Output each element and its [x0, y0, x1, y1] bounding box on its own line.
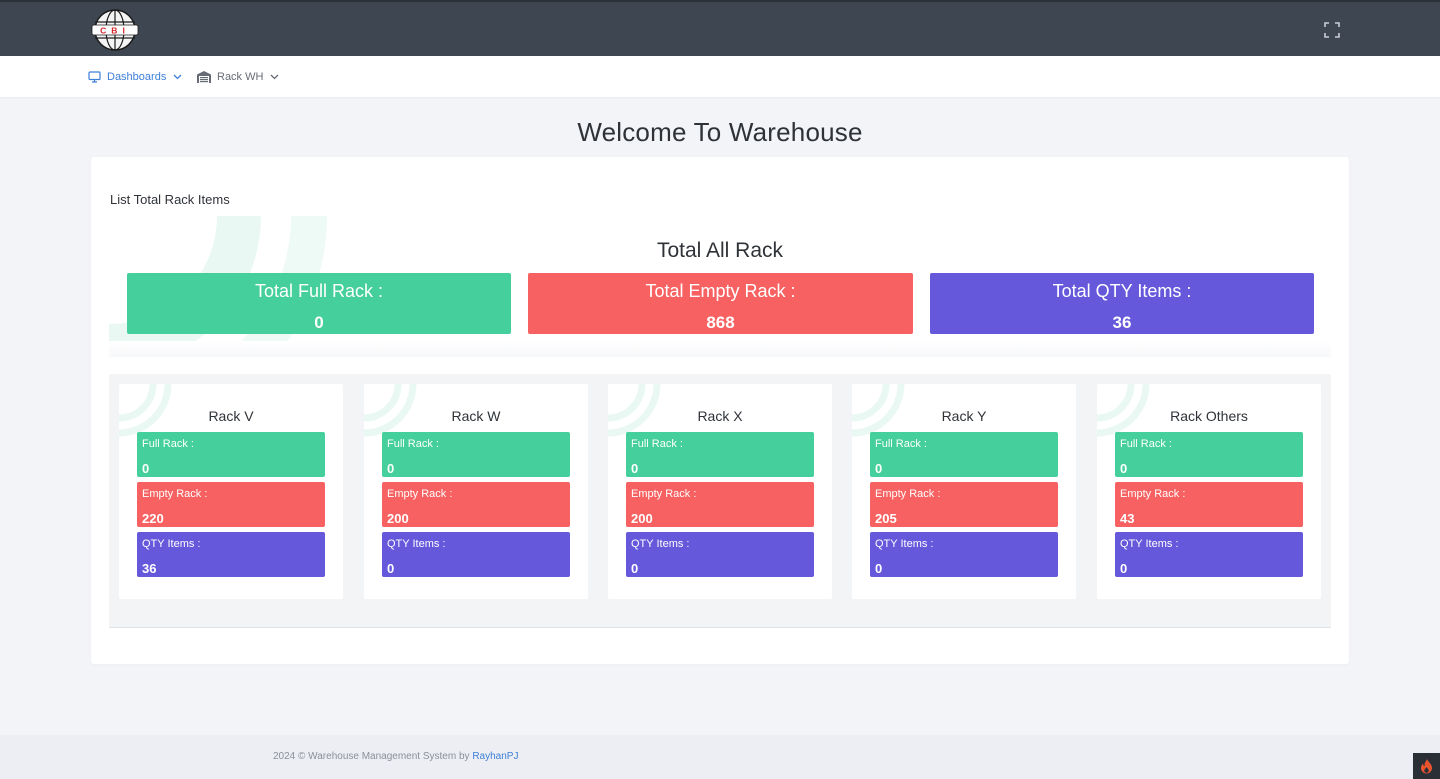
rack-card-others: Rack Others Full Rack : 0 Empty Rack : 4…	[1097, 384, 1321, 599]
rack-qty-value: 0	[631, 561, 639, 576]
rack-title: Rack W	[451, 408, 501, 424]
rack-empty-value: 200	[631, 511, 653, 526]
rack-full-value: 0	[631, 461, 639, 476]
rack-full-label: Full Rack :	[1120, 438, 1172, 450]
total-summary: Total All Rack Total Full Rack : 0 Total…	[109, 216, 1331, 357]
chevron-down-icon	[270, 74, 279, 80]
total-empty-rack-label: Total Empty Rack :	[645, 281, 796, 301]
fire-icon[interactable]	[1413, 753, 1440, 779]
rack-qty-box: QTY Items : 0	[870, 532, 1058, 577]
nav-item-rack-wh[interactable]: Rack WH	[197, 69, 279, 85]
total-full-rack-value: 0	[314, 313, 324, 332]
rack-card-x: Rack X Full Rack : 0 Empty Rack : 200 QT…	[608, 384, 832, 599]
rack-title: Rack Others	[1170, 408, 1248, 424]
rack-card-w: Rack W Full Rack : 0 Empty Rack : 200 QT…	[364, 384, 588, 599]
nav-item-dashboards[interactable]: Dashboards	[88, 69, 182, 85]
rack-cards-area: Rack V Full Rack : 0 Empty Rack : 220 QT…	[109, 374, 1331, 628]
warehouse-icon	[197, 71, 211, 83]
page-title: Welcome To Warehouse	[577, 117, 863, 147]
rack-qty-label: QTY Items :	[875, 538, 934, 550]
rack-qty-value: 0	[1120, 561, 1128, 576]
rack-full-value: 0	[875, 461, 883, 476]
rack-summary-card: List Total Rack Items Total All Rack Tot…	[91, 157, 1349, 664]
total-full-rack-box: Total Full Rack : 0	[127, 273, 511, 334]
rack-empty-value: 205	[875, 511, 897, 526]
rack-full-box: Full Rack : 0	[870, 432, 1058, 477]
rack-card-y: Rack Y Full Rack : 0 Empty Rack : 205 QT…	[852, 384, 1076, 599]
rack-qty-box: QTY Items : 0	[382, 532, 570, 577]
total-empty-rack-box: Total Empty Rack : 868	[528, 273, 913, 334]
total-qty-items-box: Total QTY Items : 36	[930, 273, 1314, 334]
rack-empty-box: Empty Rack : 220	[137, 482, 325, 527]
rack-empty-label: Empty Rack :	[631, 488, 697, 500]
summary-divider	[109, 341, 1331, 357]
rack-full-box: Full Rack : 0	[1115, 432, 1303, 477]
company-logo[interactable]: CBI	[89, 8, 141, 52]
rack-title: Rack X	[697, 408, 743, 424]
rack-full-label: Full Rack :	[142, 438, 194, 450]
rack-full-value: 0	[387, 461, 395, 476]
rack-full-value: 0	[1120, 461, 1128, 476]
rack-full-label: Full Rack :	[875, 438, 927, 450]
top-bar: CBI	[0, 0, 1440, 56]
rack-qty-box: QTY Items : 0	[1115, 532, 1303, 577]
rack-card-v: Rack V Full Rack : 0 Empty Rack : 220 QT…	[119, 384, 343, 599]
chevron-down-icon	[173, 74, 182, 80]
rack-qty-label: QTY Items :	[387, 538, 446, 550]
rack-qty-box: QTY Items : 36	[137, 532, 325, 577]
sub-navigation: Dashboards Rack WH	[0, 56, 1440, 97]
footer-author-link[interactable]: RayhanPJ	[472, 751, 518, 762]
rack-full-box: Full Rack : 0	[137, 432, 325, 477]
total-qty-items-value: 36	[1112, 313, 1132, 332]
total-empty-rack-value: 868	[706, 313, 735, 332]
rack-qty-box: QTY Items : 0	[626, 532, 814, 577]
rack-full-label: Full Rack :	[387, 438, 439, 450]
nav-item-dashboards-label: Dashboards	[107, 71, 167, 83]
total-all-rack-title: Total All Rack	[656, 239, 784, 262]
rack-empty-box: Empty Rack : 200	[382, 482, 570, 527]
rack-qty-value: 0	[387, 561, 395, 576]
rack-empty-label: Empty Rack :	[875, 488, 941, 500]
fullscreen-icon[interactable]	[1324, 22, 1340, 38]
footer-copyright: 2024 © Warehouse Management System by	[273, 751, 470, 762]
rack-full-box: Full Rack : 0	[382, 432, 570, 477]
rack-full-label: Full Rack :	[631, 438, 683, 450]
rack-full-box: Full Rack : 0	[626, 432, 814, 477]
logo-text: CBI	[100, 26, 130, 36]
rack-empty-label: Empty Rack :	[387, 488, 453, 500]
rack-title: Rack V	[208, 408, 254, 424]
rack-empty-value: 43	[1120, 511, 1135, 526]
total-qty-items-label: Total QTY Items :	[1052, 281, 1192, 301]
footer: 2024 © Warehouse Management System by Ra…	[0, 735, 1440, 779]
rack-qty-label: QTY Items :	[631, 538, 690, 550]
rack-qty-value: 36	[142, 561, 157, 576]
footer-text: 2024 © Warehouse Management System by Ra…	[273, 751, 518, 762]
rack-qty-label: QTY Items :	[142, 538, 201, 550]
rack-empty-box: Empty Rack : 205	[870, 482, 1058, 527]
rack-empty-value: 200	[387, 511, 409, 526]
monitor-icon	[88, 71, 101, 83]
nav-item-rack-wh-label: Rack WH	[217, 71, 264, 83]
rack-full-value: 0	[142, 461, 150, 476]
rack-empty-label: Empty Rack :	[1120, 488, 1186, 500]
rack-empty-label: Empty Rack :	[142, 488, 208, 500]
rack-qty-label: QTY Items :	[1120, 538, 1179, 550]
rack-empty-box: Empty Rack : 200	[626, 482, 814, 527]
rack-empty-value: 220	[142, 511, 164, 526]
rack-empty-box: Empty Rack : 43	[1115, 482, 1303, 527]
rack-title: Rack Y	[941, 408, 987, 424]
card-heading: List Total Rack Items	[110, 192, 230, 207]
rack-qty-value: 0	[875, 561, 883, 576]
total-full-rack-label: Total Full Rack :	[254, 281, 384, 301]
